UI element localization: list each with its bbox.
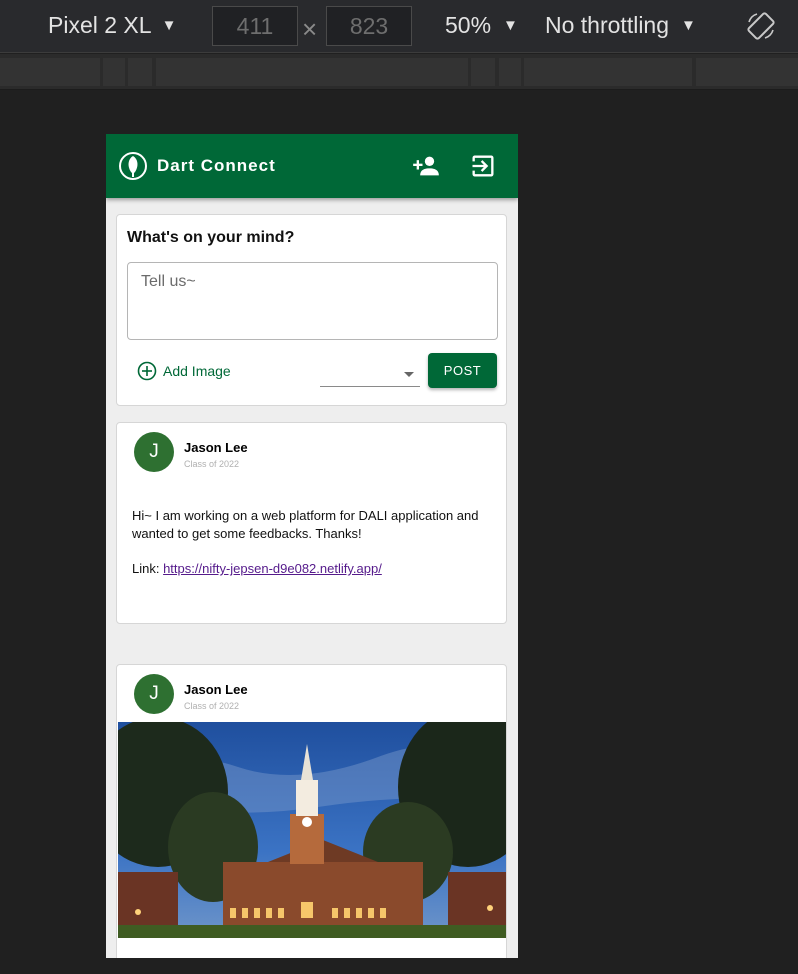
post-image[interactable] (118, 722, 506, 938)
app-bar: Dart Connect (106, 134, 518, 198)
post-text-input[interactable] (127, 262, 498, 340)
viewport-height-input[interactable]: 823 (326, 6, 412, 46)
class-year: Class of 2022 (184, 459, 240, 469)
dropdown-arrow-icon (404, 372, 414, 377)
post-link-line: Link: https://nifty-jepsen-d9e082.netlif… (132, 561, 382, 576)
category-select[interactable] (320, 367, 420, 387)
throttling-value: No throttling (545, 12, 670, 38)
logout-icon[interactable] (469, 152, 497, 180)
zoom-selector[interactable]: 50% ▼ (445, 12, 518, 39)
chevron-down-icon: ▼ (161, 17, 177, 34)
avatar[interactable]: J (134, 674, 174, 714)
link-prefix: Link: (132, 561, 164, 576)
device-name: Pixel 2 XL (48, 12, 152, 38)
device-selector[interactable]: Pixel 2 XL ▼ (48, 12, 176, 39)
throttling-selector[interactable]: No throttling ▼ (545, 12, 696, 39)
post-body: Hi~ I am working on a web platform for D… (132, 508, 479, 541)
add-image-label: Add Image (163, 363, 231, 379)
rotate-icon[interactable] (745, 10, 777, 42)
composer-title: What's on your mind? (127, 229, 295, 246)
app-title: Dart Connect (157, 156, 276, 175)
chevron-down-icon: ▼ (503, 17, 518, 34)
device-viewport: Dart Connect What's on your mind? Add Im… (106, 134, 518, 958)
media-query-bar (0, 54, 798, 90)
devtools-device-toolbar: Pixel 2 XL ▼ 411 × 823 50% ▼ No throttli… (0, 0, 798, 53)
chevron-down-icon: ▼ (681, 17, 696, 34)
add-circle-icon (137, 361, 157, 381)
post-composer: What's on your mind? Add Image POST (116, 214, 507, 406)
avatar[interactable]: J (134, 432, 174, 472)
add-image-button[interactable]: Add Image (137, 361, 231, 381)
tree-logo-icon (119, 152, 147, 180)
zoom-value: 50% (445, 12, 492, 38)
post-card: J Jason Lee Class of 2022 Hi~ I am worki… (116, 422, 507, 624)
post-button[interactable]: POST (428, 353, 497, 388)
viewport-width-input[interactable]: 411 (212, 6, 298, 46)
class-year: Class of 2022 (184, 701, 240, 711)
dimension-separator: × (302, 14, 318, 44)
post-link[interactable]: https://nifty-jepsen-d9e082.netlify.app/ (163, 561, 382, 576)
post-card: J Jason Lee Class of 2022 (116, 664, 507, 958)
author-name[interactable]: Jason Lee (184, 440, 248, 455)
add-friend-icon[interactable] (412, 152, 440, 180)
author-name[interactable]: Jason Lee (184, 682, 248, 697)
